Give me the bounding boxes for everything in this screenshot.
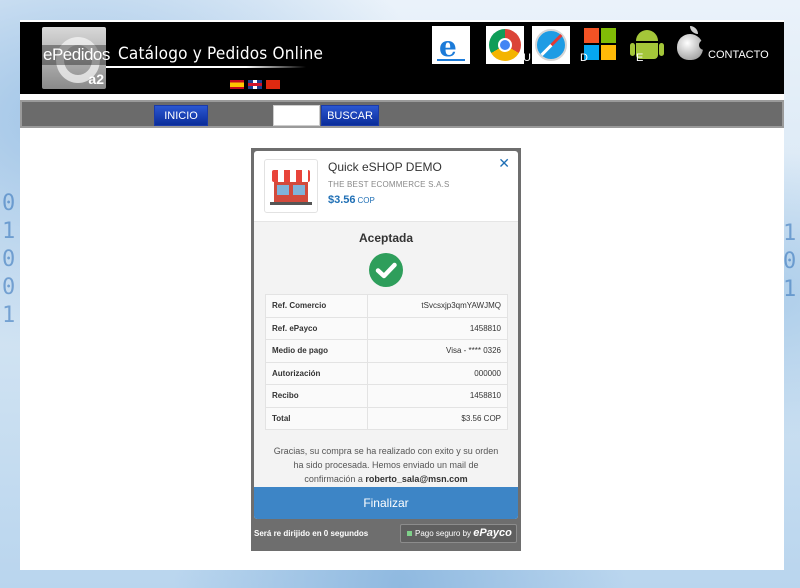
table-row: Recibo 1458810	[265, 384, 508, 408]
search-input[interactable]	[273, 105, 320, 126]
transaction-content: Aceptada Ref. Comercio tSvcsxjp3qmYAWJMQ R…	[254, 221, 518, 487]
internet-explorer-icon[interactable]: e	[432, 26, 470, 64]
store-window-right	[293, 185, 305, 195]
store-window-left	[277, 185, 289, 195]
confirmation-email: roberto_sala@msn.com	[365, 474, 468, 484]
detail-label: Recibo	[265, 384, 368, 408]
site-title: Catálogo y Pedidos Online	[118, 44, 324, 64]
language-flags	[230, 80, 280, 89]
nav-label-d[interactable]: D	[580, 52, 588, 64]
apple-icon[interactable]	[676, 26, 709, 64]
table-row: Autorización 000000	[265, 361, 508, 385]
title-underline	[106, 66, 306, 68]
epayco-brand: ePayco	[473, 527, 512, 539]
merchant-name: Quick eSHOP DEMO	[328, 160, 442, 174]
payment-amount: $3.56 COP	[328, 194, 375, 206]
flag-spain-icon[interactable]	[230, 80, 244, 89]
lock-icon	[407, 531, 412, 536]
secure-payment-badge: Pago seguro by ePayco	[400, 524, 517, 543]
detail-label: Ref. Comercio	[265, 294, 368, 318]
store-body	[274, 182, 308, 202]
transaction-status: Aceptada	[358, 231, 414, 245]
transaction-details-table: Ref. Comercio tSvcsxjp3qmYAWJMQ Ref. ePayc…	[265, 294, 508, 430]
detail-value: Visa - **** 0326	[367, 339, 508, 363]
detail-value: $3.56 COP	[367, 406, 508, 430]
table-row: Medio de pago Visa - **** 0326	[265, 339, 508, 363]
confirmation-message: Gracias, su compra se ha realizado con e…	[268, 444, 504, 486]
amount-currency: COP	[357, 196, 375, 205]
merchant-logo	[264, 159, 318, 213]
chrome-icon[interactable]	[486, 26, 524, 64]
page-container: ePedidos a2 Catálogo y Pedidos Online e …	[20, 20, 784, 570]
flag-uk-icon[interactable]	[248, 80, 262, 89]
site-logo[interactable]: ePedidos a2	[42, 27, 110, 89]
android-icon[interactable]	[628, 26, 666, 64]
payment-modal: Quick eSHOP DEMO THE BEST ECOMMERCE S.A.…	[251, 148, 521, 551]
payment-card: Quick eSHOP DEMO THE BEST ECOMMERCE S.A.…	[254, 151, 518, 519]
detail-label: Medio de pago	[265, 339, 368, 363]
detail-value: tSvcsxjp3qmYAWJMQ	[367, 294, 508, 318]
table-row: Ref. Comercio tSvcsxjp3qmYAWJMQ	[265, 294, 508, 318]
redirect-countdown: Será re dirijido en 0 segundos	[254, 529, 369, 538]
nav-toolbar: INICIO BUSCAR	[20, 100, 784, 128]
table-row: Ref. ePayco 1458810	[265, 316, 508, 340]
buscar-button[interactable]: BUSCAR	[321, 105, 379, 126]
merchant-company: THE BEST ECOMMERCE S.A.S	[328, 180, 450, 189]
detail-label: Total	[265, 406, 368, 430]
detail-value: 000000	[367, 361, 508, 385]
logo-sub: a2	[88, 71, 104, 87]
site-header: ePedidos a2 Catálogo y Pedidos Online e …	[20, 22, 784, 94]
background-digits-left: 01001	[2, 191, 16, 328]
secure-text: Pago seguro by	[415, 529, 472, 538]
store-icon	[272, 170, 310, 182]
nav-contact-link[interactable]: CONTACTO	[708, 49, 769, 61]
detail-label: Autorización	[265, 361, 368, 385]
detail-value: 1458810	[367, 384, 508, 408]
nav-label-u[interactable]: U	[523, 52, 531, 64]
background-digits-right: 101	[783, 221, 797, 302]
logo-text: ePedidos	[42, 45, 110, 65]
inicio-button[interactable]: INICIO	[154, 105, 208, 126]
safari-icon[interactable]	[532, 26, 570, 64]
flag-china-icon[interactable]	[266, 80, 280, 89]
close-icon[interactable]: ✕	[498, 155, 510, 172]
store-base	[270, 202, 312, 205]
check-icon	[369, 253, 403, 287]
amount-value: $3.56	[328, 194, 356, 206]
finalize-button[interactable]: Finalizar	[254, 487, 518, 519]
table-row: Total $3.56 COP	[265, 406, 508, 430]
detail-value: 1458810	[367, 316, 508, 340]
nav-label-e[interactable]: E	[636, 52, 643, 64]
detail-label: Ref. ePayco	[265, 316, 368, 340]
